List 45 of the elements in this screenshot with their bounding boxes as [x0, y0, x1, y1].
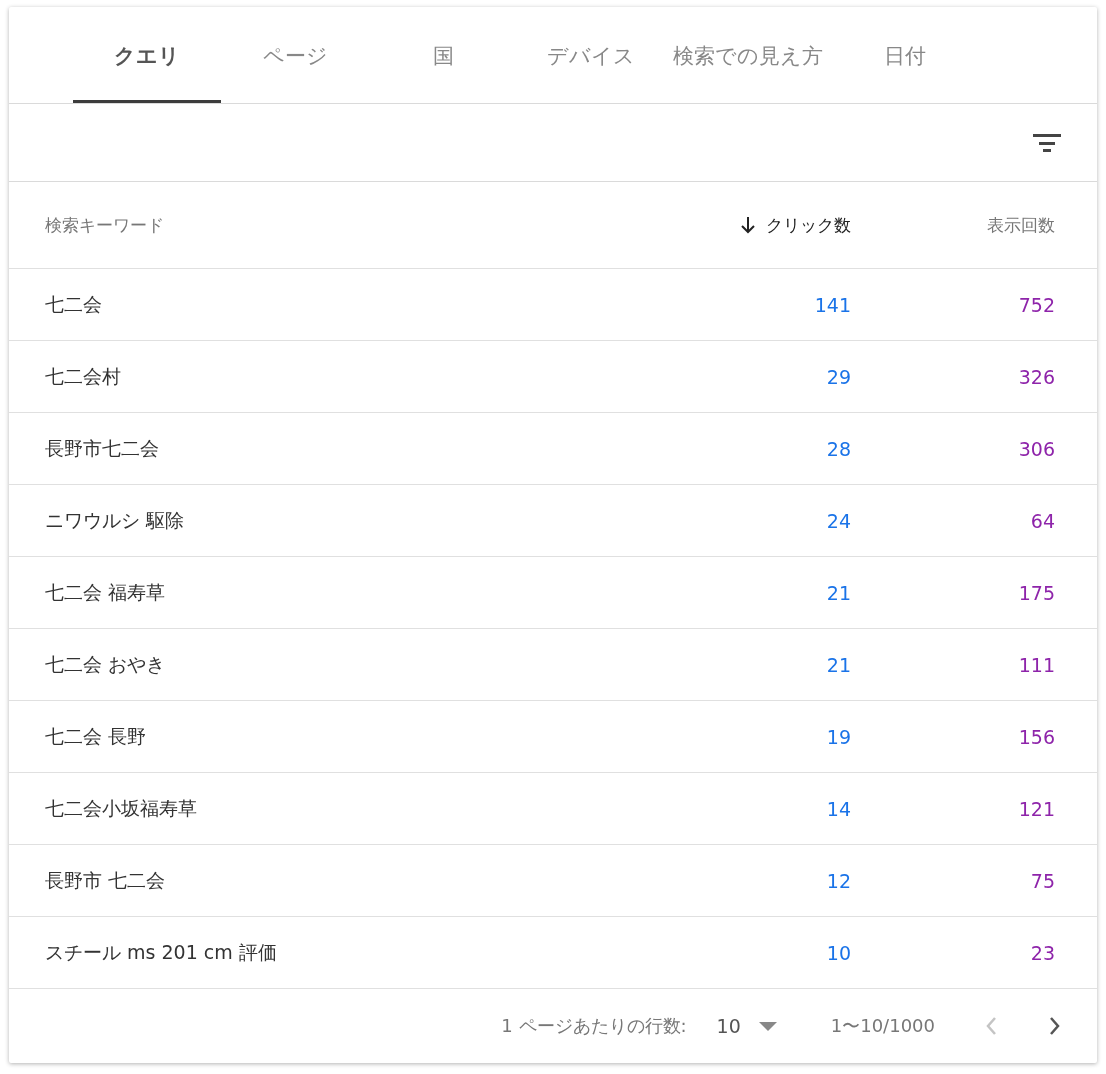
column-header[interactable]: 表示回数 — [987, 213, 1055, 237]
table-cell-text: 七二会 — [45, 291, 102, 317]
table-cell: 12 — [826, 869, 851, 892]
table-cell-text: スチール ms 201 cm 評価 — [45, 939, 277, 965]
table-cell-text: 長野市七二会 — [45, 435, 159, 461]
page-range: 1〜10/1000 — [830, 1014, 935, 1038]
column-header[interactable]: クリック数 — [766, 213, 851, 237]
table-cell-text: 七二会小坂福寿草 — [45, 795, 197, 821]
table-cell: 111 — [1018, 653, 1055, 676]
tab[interactable]: 日付 — [831, 7, 979, 103]
filter-icon[interactable] — [1033, 132, 1061, 153]
caret-icon — [758, 1021, 777, 1031]
tab[interactable]: ページ — [221, 7, 369, 103]
table-cell: 14 — [826, 797, 851, 820]
rows-per-page-select[interactable]: 10 — [716, 1015, 777, 1037]
table-cell: 19 — [826, 725, 851, 748]
next-page-icon[interactable] — [1049, 1016, 1061, 1036]
table-cell-text: 長野市 七二会 — [45, 867, 166, 893]
table-cell-text: 七二会 長野 — [45, 723, 147, 749]
table-cell: 326 — [1018, 365, 1055, 388]
table-cell: 23 — [1030, 941, 1055, 964]
tab[interactable]: 検索での見え方 — [665, 7, 831, 103]
column-header[interactable]: 検索キーワード — [45, 213, 164, 237]
tab[interactable]: デバイス — [517, 7, 665, 103]
table-cell: 24 — [826, 509, 851, 532]
table-cell-text: 七二会 おやき — [45, 651, 166, 677]
table-cell: 75 — [1030, 869, 1055, 892]
table-cell: 175 — [1018, 581, 1055, 604]
table-cell: 141 — [814, 293, 851, 316]
table-cell-text: 七二会村 — [45, 363, 121, 389]
tab[interactable]: 国 — [369, 7, 517, 103]
table-cell: 121 — [1018, 797, 1055, 820]
table-cell-text: ニワウルシ 駆除 — [45, 507, 185, 533]
table-cell: 21 — [826, 581, 851, 604]
table-cell: 156 — [1018, 725, 1055, 748]
table-cell: 29 — [826, 365, 851, 388]
table-cell: 21 — [826, 653, 851, 676]
tab[interactable]: クエリ — [73, 7, 221, 103]
table-cell: 64 — [1030, 509, 1055, 532]
table-cell: 752 — [1018, 293, 1055, 316]
table-cell: 306 — [1018, 437, 1055, 460]
rows-per-page-label: 1 ページあたりの行数: — [501, 1014, 687, 1038]
table-cell: 10 — [826, 941, 851, 964]
table-cell-text: 七二会 福寿草 — [45, 579, 166, 605]
table-cell: 28 — [826, 437, 851, 460]
